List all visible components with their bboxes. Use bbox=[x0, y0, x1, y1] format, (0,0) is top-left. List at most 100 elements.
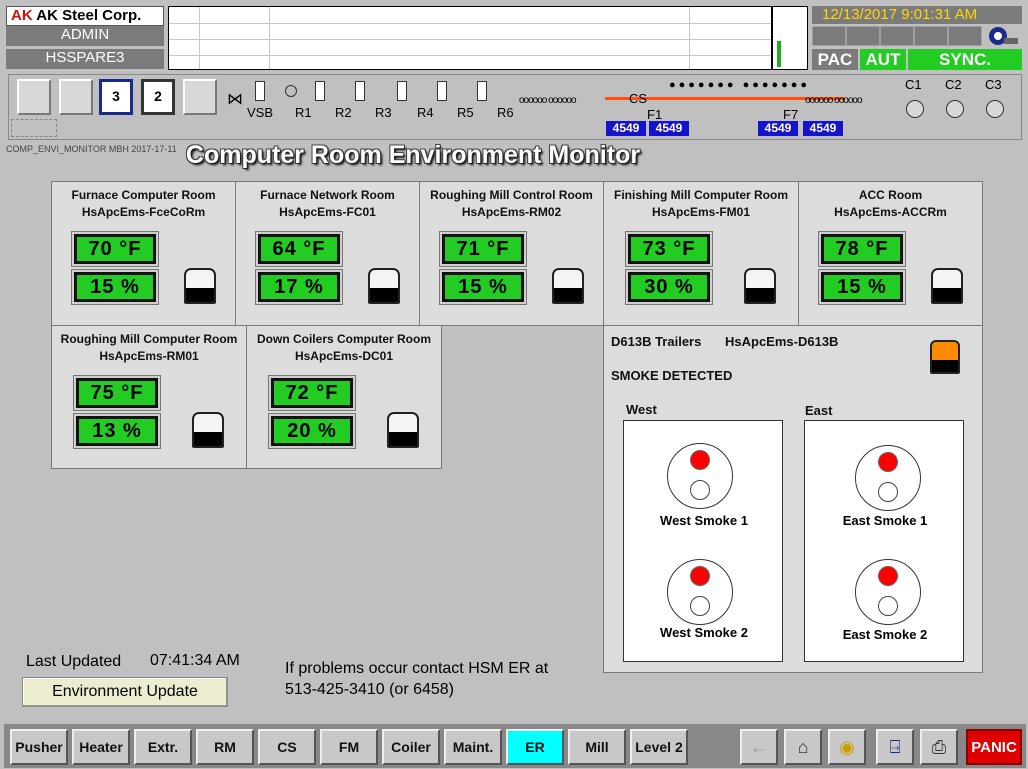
status-indicator bbox=[931, 268, 963, 304]
nav-fm-button[interactable]: FM bbox=[320, 729, 378, 765]
r6-label: R6 bbox=[497, 105, 514, 120]
room-id: HsApcEms-RM01 bbox=[99, 349, 199, 363]
nav-level2-button[interactable]: Level 2 bbox=[630, 729, 688, 765]
nav-er-button[interactable]: ER bbox=[506, 729, 564, 765]
vsb-stand bbox=[255, 81, 265, 101]
screen-placeholder bbox=[11, 119, 57, 137]
room-name: ACC Room bbox=[858, 188, 923, 202]
temperature-readout: 75 °F bbox=[73, 375, 161, 411]
room-id: HsApcEms-RM02 bbox=[461, 205, 562, 219]
room-panel-roughing-control: Roughing Mill Control Room HsApcEms-RM02… bbox=[419, 181, 604, 326]
cs-label: CS bbox=[629, 91, 648, 106]
logo-text: AK Steel Corp. bbox=[36, 7, 142, 24]
humidity-readout: 30 % bbox=[625, 269, 713, 305]
status-indicator bbox=[744, 268, 776, 304]
coiler-2-icon bbox=[946, 100, 964, 118]
humidity-readout: 15 % bbox=[818, 269, 906, 305]
nav-extr-button[interactable]: Extr. bbox=[134, 729, 192, 765]
printer-icon[interactable]: ⎙ bbox=[920, 729, 958, 765]
smoke-status: SMOKE DETECTED bbox=[611, 368, 733, 383]
company-logo: AK AK Steel Corp. bbox=[6, 6, 164, 26]
status-cell bbox=[914, 26, 948, 46]
smoke-detector-icon bbox=[667, 443, 733, 509]
exit-door-icon[interactable]: ⍈ bbox=[876, 729, 914, 765]
room-id: HsApcEms-DC01 bbox=[294, 349, 394, 363]
room-id: HsApcEms-FC01 bbox=[279, 205, 376, 219]
room-id: HsApcEms-ACCRm bbox=[834, 205, 947, 219]
room-id: HsApcEms-FceCoRm bbox=[81, 205, 206, 219]
room-panel-acc: ACC Room HsApcEms-ACCRm 78 °F 15 % bbox=[798, 181, 983, 326]
room-name: Roughing Mill Control Room bbox=[430, 188, 593, 202]
room-name: Furnace Network Room bbox=[260, 188, 395, 202]
r2-label: R2 bbox=[335, 105, 352, 120]
mill-overview: 3 2 ⋈ VSB R1 R2 R3 R4 R5 R6 oooooo ooooo… bbox=[8, 74, 1022, 140]
r3-label: R3 bbox=[375, 105, 392, 120]
screen-slot[interactable] bbox=[183, 79, 217, 115]
nav-heater-button[interactable]: Heater bbox=[72, 729, 130, 765]
count-badge: 4549 bbox=[649, 121, 689, 136]
runout-table-icon: oooooo oooooo bbox=[805, 95, 863, 106]
humidity-readout: 15 % bbox=[71, 269, 159, 305]
coiler-1-icon bbox=[906, 100, 924, 118]
coiler-3-icon bbox=[986, 100, 1004, 118]
sync-status: SYNC. bbox=[908, 49, 1022, 70]
status-indicator bbox=[368, 268, 400, 304]
temperature-readout: 70 °F bbox=[71, 231, 159, 267]
humidity-readout: 13 % bbox=[73, 413, 161, 449]
smoke-detector-icon bbox=[667, 559, 733, 625]
room-panel-down-coilers: Down Coilers Computer Room HsApcEms-DC01… bbox=[246, 325, 442, 469]
status-indicator bbox=[552, 268, 584, 304]
humidity-readout: 17 % bbox=[255, 269, 343, 305]
r1-label: R1 bbox=[295, 105, 312, 120]
c2-label: C2 bbox=[945, 77, 962, 92]
nav-mill-button[interactable]: Mill bbox=[568, 729, 626, 765]
environment-update-button[interactable]: Environment Update bbox=[22, 677, 228, 707]
cd-icon[interactable]: ◉ bbox=[828, 729, 866, 765]
room-name: Finishing Mill Computer Room bbox=[614, 188, 788, 202]
humidity-readout: 15 % bbox=[439, 269, 527, 305]
screen-2-button[interactable]: 2 bbox=[141, 79, 175, 115]
alarm-list[interactable] bbox=[168, 6, 772, 70]
nav-maint-button[interactable]: Maint. bbox=[444, 729, 502, 765]
room-panel-roughing-computer: Roughing Mill Computer Room HsApcEms-RM0… bbox=[51, 325, 247, 469]
room-name: Down Coilers Computer Room bbox=[256, 332, 431, 346]
f1-label: F1 bbox=[647, 107, 663, 122]
screen-3-button[interactable]: 3 bbox=[99, 79, 133, 115]
activity-meter bbox=[772, 6, 808, 70]
detector-label: East Smoke 1 bbox=[842, 513, 928, 528]
tape-icon[interactable] bbox=[984, 24, 1022, 48]
back-arrow-icon[interactable]: ← bbox=[740, 729, 778, 765]
contact-phone: 513-425-3410 (or 6458) bbox=[285, 681, 455, 698]
home-icon[interactable]: ⌂ bbox=[784, 729, 822, 765]
room-name: Roughing Mill Computer Room bbox=[60, 332, 238, 346]
status-cell bbox=[846, 26, 880, 46]
temperature-readout: 73 °F bbox=[625, 231, 713, 267]
finishing-stands-icon: ●●●●●●● ●●●●●●● bbox=[669, 79, 811, 91]
nav-rm-button[interactable]: RM bbox=[196, 729, 254, 765]
screen-slot[interactable] bbox=[59, 79, 93, 115]
aut-status: AUT bbox=[860, 49, 906, 70]
status-cell bbox=[880, 26, 914, 46]
detector-label: East Smoke 2 bbox=[842, 627, 928, 642]
last-updated-time: 07:41:34 AM bbox=[150, 652, 240, 669]
nav-pusher-button[interactable]: Pusher bbox=[10, 729, 68, 765]
temperature-readout: 72 °F bbox=[268, 375, 356, 411]
pusher-icon: ⋈ bbox=[227, 91, 243, 108]
r5-label: R5 bbox=[457, 105, 474, 120]
r6-stand bbox=[477, 81, 487, 101]
date-time: 12/13/2017 9:01:31 AM bbox=[812, 6, 1022, 24]
r2-stand bbox=[315, 81, 325, 101]
humidity-readout: 20 % bbox=[268, 413, 356, 449]
count-badge: 4549 bbox=[758, 121, 798, 136]
temperature-readout: 78 °F bbox=[818, 231, 906, 267]
last-updated-label: Last Updated bbox=[26, 653, 122, 670]
screen-slot[interactable] bbox=[17, 79, 51, 115]
room-panel-finishing-computer: Finishing Mill Computer Room HsApcEms-FM… bbox=[603, 181, 799, 326]
nav-coiler-button[interactable]: Coiler bbox=[382, 729, 440, 765]
status-cell bbox=[812, 26, 846, 46]
room-name: Furnace Computer Room bbox=[71, 188, 216, 202]
navigation-bar: Pusher Heater Extr. RM CS FM Coiler Main… bbox=[4, 722, 1026, 768]
user-name: ADMIN bbox=[6, 26, 164, 46]
panic-button[interactable]: PANIC bbox=[966, 729, 1022, 765]
nav-cs-button[interactable]: CS bbox=[258, 729, 316, 765]
